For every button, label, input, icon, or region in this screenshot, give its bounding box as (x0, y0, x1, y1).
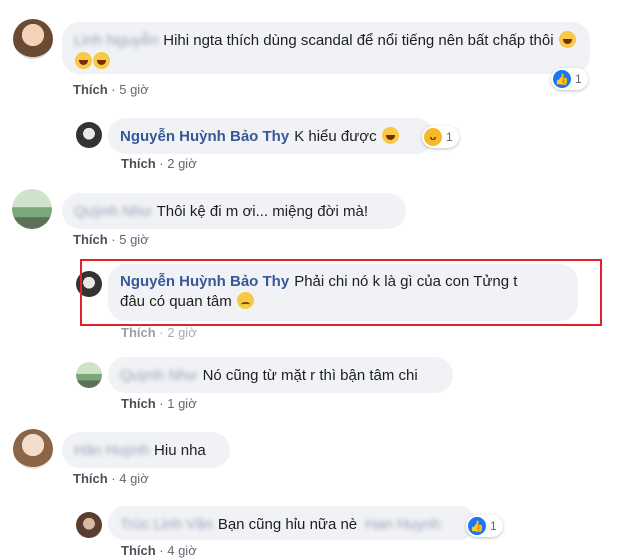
commenter-name[interactable]: Quỳnh Như (74, 203, 152, 220)
mention-link[interactable]: Han Huynh (365, 516, 440, 533)
reaction-summary[interactable]: 👍 1 (466, 515, 503, 537)
comment-actions: Thích · 5 giờ (73, 232, 149, 247)
thumbs-up-icon: 👍 (553, 70, 571, 88)
like-link[interactable]: Thích (73, 471, 108, 486)
timestamp[interactable]: 1 giờ (167, 396, 197, 411)
comment-text: Nó cũng từ mặt r thì bận tâm chi (202, 367, 418, 384)
reply-bubble: Nguyễn Huỳnh Bảo Thy K hiểu được (108, 118, 434, 154)
haha-icon: ᴗ (424, 128, 442, 146)
commenter-name[interactable]: Hân Huỳnh (74, 442, 149, 459)
reaction-summary[interactable]: ᴗ1 (422, 126, 459, 148)
comment-actions: Thích · 4 giờ (121, 543, 197, 558)
comment-text: Hiu nha (154, 442, 206, 459)
commenter-name[interactable]: Trúc Linh Văn (120, 516, 213, 533)
avatar[interactable] (76, 512, 102, 538)
like-link[interactable]: Thích (73, 82, 108, 97)
like-link[interactable]: Thích (73, 232, 108, 247)
comment-text: Hihi ngta thích dùng scandal để nổi tiến… (163, 32, 554, 49)
reply-bubble: Trúc Linh Văn Bạn cũng hỉu nữa nè Han Huy… (108, 506, 476, 540)
comment-actions: Thích · 2 giờ (121, 156, 197, 171)
laughing-emoji-icon (75, 52, 92, 69)
like-link[interactable]: Thích (121, 396, 156, 411)
commenter-name[interactable]: Linh Nguyễn (74, 32, 158, 49)
highlight-box (80, 259, 602, 326)
timestamp[interactable]: 5 giờ (119, 82, 149, 97)
laughing-emoji-icon (381, 127, 399, 144)
like-link[interactable]: Thích (121, 325, 156, 340)
comment-bubble: Hân Huỳnh Hiu nha (62, 432, 230, 468)
timestamp[interactable]: 4 giờ (167, 543, 197, 558)
laughing-emoji-icon (558, 31, 576, 48)
reply-bubble: Quỳnh Như Nó cũng từ mặt r thì bận tâm ch… (108, 357, 453, 393)
comment-actions: Thích · 5 giờ (73, 82, 149, 97)
comment-bubble: Linh Nguyễn Hihi ngta thích dùng scandal … (62, 22, 590, 74)
like-link[interactable]: Thích (121, 543, 156, 558)
comment-actions: Thích · 1 giờ (121, 396, 197, 411)
laughing-emoji-icon (93, 52, 110, 69)
reaction-summary[interactable]: 👍 1 (551, 68, 588, 90)
thumbs-up-icon: 👍 (468, 517, 486, 535)
comment-text: Bạn cũng hỉu nữa nè (217, 516, 358, 533)
like-link[interactable]: Thích (121, 156, 156, 171)
timestamp[interactable]: 5 giờ (119, 232, 149, 247)
comment-bubble: Quỳnh Như Thôi kệ đi m ơi... miệng đời mà… (62, 193, 406, 229)
timestamp[interactable]: 4 giờ (119, 471, 149, 486)
comment-text: K hiểu được (294, 128, 377, 145)
commenter-name[interactable]: Quỳnh Như (120, 367, 198, 384)
comment-actions: Thích · 4 giờ (73, 471, 149, 486)
commenter-name[interactable]: Nguyễn Huỳnh Bảo Thy (120, 128, 289, 145)
comment-actions: Thích · 2 giờ (121, 325, 197, 340)
timestamp[interactable]: 2 giờ (167, 156, 197, 171)
timestamp[interactable]: 2 giờ (167, 325, 197, 340)
avatar[interactable] (76, 122, 102, 148)
avatar[interactable] (13, 19, 53, 59)
comment-text: Thôi kệ đi m ơi... miệng đời mà! (156, 203, 368, 220)
avatar[interactable] (12, 189, 52, 229)
avatar[interactable] (76, 362, 102, 388)
avatar[interactable] (13, 429, 53, 469)
